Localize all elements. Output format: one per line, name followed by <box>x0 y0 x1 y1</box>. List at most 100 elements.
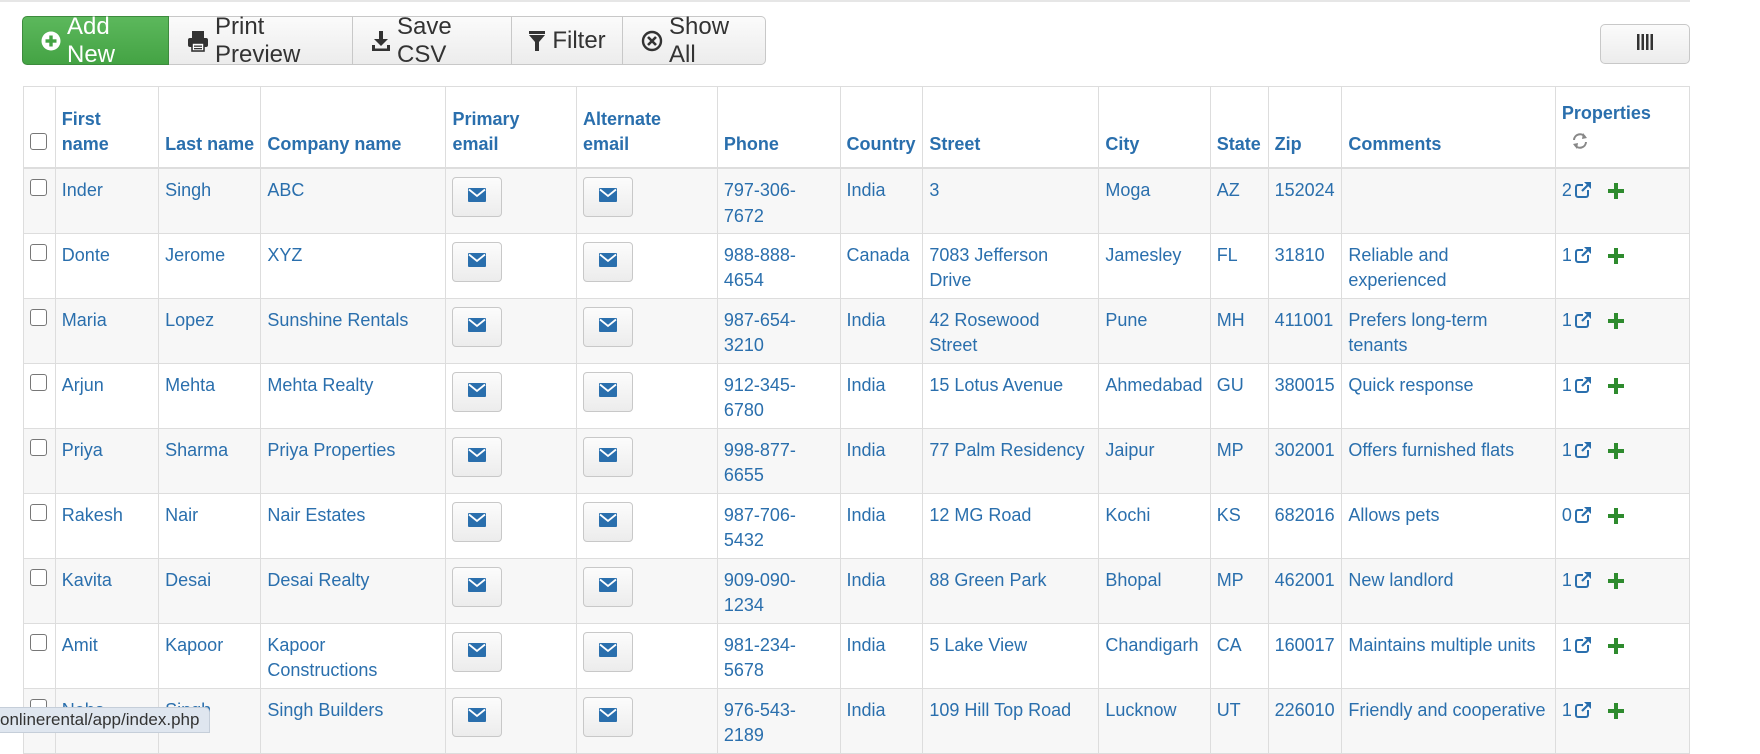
primary-email-button[interactable] <box>452 241 503 282</box>
select-all-checkbox[interactable] <box>30 133 47 150</box>
last-name-cell[interactable]: Nair <box>158 492 262 559</box>
external-link-icon[interactable] <box>1574 440 1591 466</box>
properties-count[interactable]: 1 <box>1562 310 1572 330</box>
zip-cell[interactable]: 380015 <box>1267 362 1343 429</box>
phone-cell[interactable]: 909-090-1234 <box>716 557 841 624</box>
header-country[interactable]: Country <box>839 86 924 169</box>
street-cell[interactable]: 12 MG Road <box>922 492 1100 559</box>
company-name-cell[interactable]: Singh Builders <box>260 687 447 754</box>
table-row[interactable]: Inder Singh ABC 797-306-7672 India 3 Mog… <box>23 167 1691 234</box>
row-checkbox[interactable] <box>30 373 47 391</box>
city-cell[interactable]: Pune <box>1098 297 1211 364</box>
primary-email-button[interactable] <box>452 696 503 737</box>
company-name-cell[interactable]: Priya Properties <box>260 427 447 494</box>
header-last-name[interactable]: Last name <box>158 86 262 169</box>
alternate-email-button[interactable] <box>583 177 634 217</box>
properties-count[interactable]: 1 <box>1562 570 1572 590</box>
zip-cell[interactable]: 160017 <box>1267 622 1343 689</box>
table-row[interactable]: Maria Lopez Sunshine Rentals 987-654-321… <box>23 297 1691 364</box>
company-name-cell[interactable]: Nair Estates <box>260 492 447 559</box>
first-name-cell[interactable]: Maria <box>54 297 160 364</box>
comments-cell[interactable]: Offers furnished flats <box>1341 427 1556 494</box>
company-name-cell[interactable]: XYZ <box>260 232 447 299</box>
state-cell[interactable]: CA <box>1209 622 1269 689</box>
properties-count[interactable]: 1 <box>1562 375 1572 395</box>
zip-cell[interactable]: 682016 <box>1267 492 1343 559</box>
comments-cell[interactable]: Maintains multiple units <box>1341 622 1556 689</box>
alternate-email-button[interactable] <box>583 566 634 607</box>
alternate-email-button[interactable] <box>583 241 634 282</box>
show-all-button[interactable]: Show All <box>623 13 766 68</box>
row-checkbox[interactable] <box>30 503 47 521</box>
alternate-email-button[interactable] <box>583 631 634 672</box>
refresh-icon[interactable] <box>1571 132 1683 157</box>
row-checkbox[interactable] <box>30 633 47 651</box>
city-cell[interactable]: Jamesley <box>1098 232 1211 299</box>
alternate-email-button[interactable] <box>583 436 634 477</box>
last-name-cell[interactable]: Kapoor <box>158 622 262 689</box>
plus-icon[interactable] <box>1607 636 1624 662</box>
header-state[interactable]: State <box>1209 86 1269 169</box>
header-alternate-email[interactable]: Alternate email <box>576 86 718 169</box>
company-name-cell[interactable]: ABC <box>260 167 447 234</box>
external-link-icon[interactable] <box>1574 570 1591 596</box>
comments-cell[interactable]: Reliable and experienced <box>1341 232 1556 299</box>
city-cell[interactable]: Kochi <box>1098 492 1211 559</box>
row-checkbox[interactable] <box>30 438 47 456</box>
city-cell[interactable]: Chandigarh <box>1098 622 1211 689</box>
properties-count[interactable]: 1 <box>1562 440 1572 460</box>
external-link-icon[interactable] <box>1574 375 1591 401</box>
street-cell[interactable]: 77 Palm Residency <box>922 427 1100 494</box>
filter-button[interactable]: Filter <box>512 16 623 65</box>
country-cell[interactable]: India <box>839 427 924 494</box>
header-primary-email[interactable]: Primary email <box>445 86 578 169</box>
zip-cell[interactable]: 31810 <box>1267 232 1343 299</box>
external-link-icon[interactable] <box>1574 505 1591 531</box>
plus-icon[interactable] <box>1607 441 1624 467</box>
state-cell[interactable]: GU <box>1209 362 1269 429</box>
plus-icon[interactable] <box>1607 701 1624 727</box>
last-name-cell[interactable]: Singh <box>158 167 262 234</box>
state-cell[interactable]: AZ <box>1209 167 1269 234</box>
street-cell[interactable]: 109 Hill Top Road <box>922 687 1100 754</box>
street-cell[interactable]: 5 Lake View <box>922 622 1100 689</box>
row-checkbox[interactable] <box>30 179 47 196</box>
street-cell[interactable]: 7083 Jefferson Drive <box>922 232 1100 299</box>
company-name-cell[interactable]: Sunshine Rentals <box>260 297 447 364</box>
first-name-cell[interactable]: Donte <box>54 232 160 299</box>
plus-icon[interactable] <box>1607 181 1624 207</box>
alternate-email-button[interactable] <box>583 696 634 737</box>
state-cell[interactable]: KS <box>1209 492 1269 559</box>
zip-cell[interactable]: 226010 <box>1267 687 1343 754</box>
company-name-cell[interactable]: Desai Realty <box>260 557 447 624</box>
first-name-cell[interactable]: Inder <box>54 167 160 234</box>
comments-cell[interactable]: Friendly and cooperative <box>1341 687 1556 754</box>
properties-count[interactable]: 0 <box>1562 505 1572 525</box>
comments-cell[interactable]: Prefers long-term tenants <box>1341 297 1556 364</box>
country-cell[interactable]: India <box>839 492 924 559</box>
last-name-cell[interactable]: Lopez <box>158 297 262 364</box>
primary-email-button[interactable] <box>452 631 503 672</box>
phone-cell[interactable]: 981-234-5678 <box>716 622 841 689</box>
state-cell[interactable]: MH <box>1209 297 1269 364</box>
header-first-name[interactable]: First name <box>54 86 160 169</box>
state-cell[interactable]: FL <box>1209 232 1269 299</box>
country-cell[interactable]: India <box>839 622 924 689</box>
alternate-email-button[interactable] <box>583 501 634 542</box>
column-chooser-button[interactable] <box>1600 24 1690 64</box>
country-cell[interactable]: Canada <box>839 232 924 299</box>
primary-email-button[interactable] <box>452 566 503 607</box>
phone-cell[interactable]: 988-888-4654 <box>716 232 841 299</box>
external-link-icon[interactable] <box>1574 180 1591 206</box>
header-comments[interactable]: Comments <box>1341 86 1556 169</box>
country-cell[interactable]: India <box>839 557 924 624</box>
zip-cell[interactable]: 411001 <box>1267 297 1343 364</box>
city-cell[interactable]: Bhopal <box>1098 557 1211 624</box>
first-name-cell[interactable]: Kavita <box>54 557 160 624</box>
add-new-button[interactable]: Add New <box>22 13 169 68</box>
phone-cell[interactable]: 912-345-6780 <box>716 362 841 429</box>
first-name-cell[interactable]: Arjun <box>54 362 160 429</box>
properties-count[interactable]: 2 <box>1562 180 1572 200</box>
table-row[interactable]: Arjun Mehta Mehta Realty 912-345-6780 In… <box>23 362 1691 429</box>
last-name-cell[interactable]: Desai <box>158 557 262 624</box>
